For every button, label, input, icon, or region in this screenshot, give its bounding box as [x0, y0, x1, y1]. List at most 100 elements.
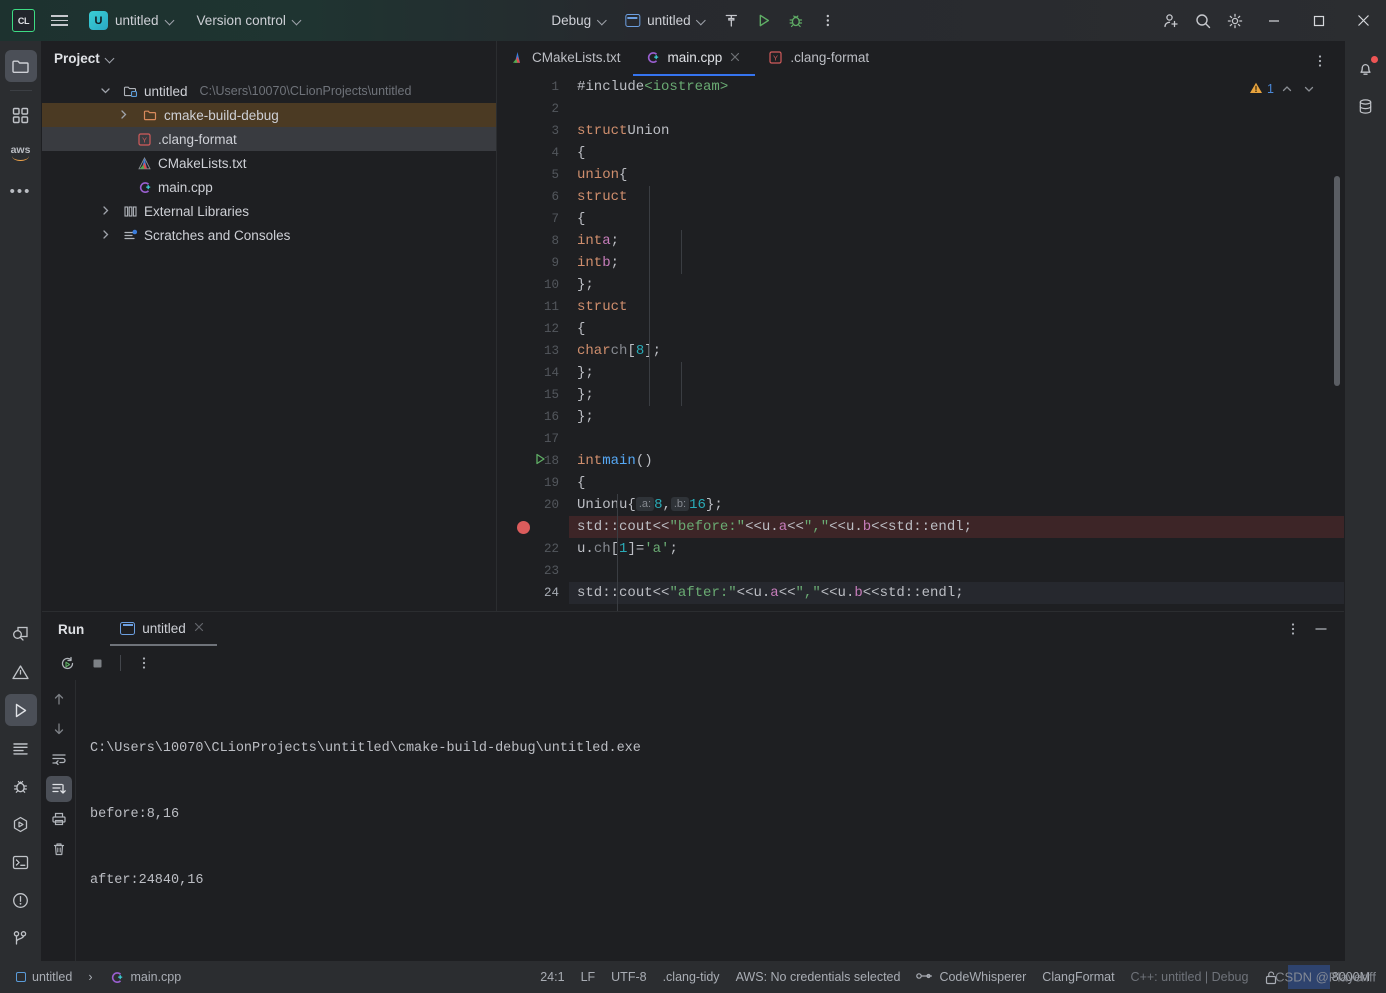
yaml-file-icon: Y: [767, 50, 783, 66]
hammer-icon[interactable]: [717, 6, 747, 36]
tab-clang-format[interactable]: Y .clang-format: [755, 41, 881, 76]
version-control-branch-icon[interactable]: [5, 922, 37, 954]
tree-node-cmake-build-debug[interactable]: cmake-build-debug: [42, 103, 496, 127]
project-panel-header[interactable]: Project: [42, 41, 496, 75]
add-user-icon[interactable]: [1156, 6, 1186, 36]
tree-node-cmakelists[interactable]: CMakeLists.txt: [42, 151, 496, 175]
editor-vertical-scrollbar[interactable]: [1334, 176, 1340, 386]
line-number: 4: [551, 146, 559, 160]
aws-credentials-status[interactable]: AWS: No credentials selected: [728, 966, 909, 988]
formatter-status[interactable]: ClangFormat: [1034, 966, 1122, 988]
minimize-window-icon[interactable]: [1308, 616, 1334, 642]
inspection-widget[interactable]: 1: [1249, 80, 1318, 98]
notifications-bell-icon[interactable]: [1350, 52, 1382, 84]
chevron-down-icon: [698, 16, 707, 25]
file-encoding[interactable]: UTF-8: [603, 966, 654, 988]
project-folder-icon[interactable]: [4, 50, 37, 82]
code-line: struct: [577, 189, 628, 205]
more-vertical-icon[interactable]: [813, 6, 843, 36]
debug-bug-icon[interactable]: [781, 6, 811, 36]
chevron-collapsed-icon[interactable]: [100, 204, 114, 218]
caret-position[interactable]: 24:1: [532, 966, 572, 988]
print-icon[interactable]: [46, 806, 72, 832]
breakpoint-marker[interactable]: [497, 516, 569, 538]
structure-icon[interactable]: [5, 99, 37, 131]
console-output[interactable]: C:\Users\10070\CLionProjects\untitled\cm…: [76, 680, 1344, 993]
gear-icon[interactable]: [1220, 6, 1250, 36]
tree-node-external-libraries[interactable]: External Libraries: [42, 199, 496, 223]
inspection-profile[interactable]: .clang-tidy: [655, 966, 728, 988]
search-icon[interactable]: [1188, 6, 1218, 36]
console-output-container[interactable]: C:\Users\10070\CLionProjects\untitled\cm…: [76, 680, 1344, 961]
debug-bug-icon[interactable]: [5, 770, 37, 802]
status-bar: untitled › main.cpp 24:1 LF UTF-8 .clang…: [0, 961, 1386, 993]
line-number: 24: [543, 586, 559, 600]
chevron-collapsed-icon[interactable]: [100, 228, 114, 242]
status-breadcrumb-project[interactable]: untitled: [8, 966, 80, 988]
chevron-expanded-icon[interactable]: [100, 84, 114, 98]
tree-node-main-cpp[interactable]: main.cpp: [42, 175, 496, 199]
scroll-down-icon[interactable]: [46, 716, 72, 742]
close-icon[interactable]: [729, 51, 743, 65]
run-gutter-marker-icon[interactable]: [533, 452, 547, 470]
project-square-icon: [16, 972, 26, 982]
tab-label: CMakeLists.txt: [532, 50, 621, 65]
toolchain-status[interactable]: C++: untitled | Debug: [1123, 966, 1257, 988]
rerun-icon[interactable]: [54, 650, 80, 676]
debug-mode-selector[interactable]: Debug: [542, 9, 616, 32]
title-bar-left: CL U untitled Version control: [0, 6, 310, 36]
close-icon[interactable]: [1341, 0, 1386, 41]
cmake-file-icon: [509, 50, 525, 66]
run-config-label: untitled: [647, 13, 691, 28]
terminal-icon[interactable]: [5, 846, 37, 878]
cpp-file-icon: [645, 50, 661, 66]
scroll-to-end-icon[interactable]: [45, 776, 72, 802]
more-vertical-icon[interactable]: [131, 650, 157, 676]
more-tools-icon[interactable]: •••: [5, 175, 37, 207]
problems-warning-icon[interactable]: [5, 656, 37, 688]
soft-wrap-icon[interactable]: [46, 746, 72, 772]
hamburger-menu-icon[interactable]: [44, 6, 74, 36]
run-triangle-icon[interactable]: [749, 6, 779, 36]
breakpoint-icon[interactable]: [516, 520, 530, 534]
tree-label: External Libraries: [144, 203, 250, 219]
right-tool-rail: [1344, 41, 1386, 961]
version-control-menu[interactable]: Version control: [189, 9, 310, 32]
unlocked-padlock-icon[interactable]: [1256, 966, 1286, 989]
line-separator[interactable]: LF: [573, 966, 604, 988]
tree-node-clang-format[interactable]: Y .clang-format: [42, 127, 496, 151]
more-vertical-icon[interactable]: [1280, 616, 1306, 642]
services-icon[interactable]: [5, 808, 37, 840]
maximize-icon[interactable]: [1296, 0, 1341, 41]
line-number: 20: [543, 498, 559, 512]
project-selector[interactable]: U untitled: [84, 7, 183, 34]
codewhisperer-status[interactable]: CodeWhisperer: [908, 966, 1034, 988]
close-icon[interactable]: [193, 621, 207, 635]
aws-icon[interactable]: aws: [5, 137, 37, 169]
chevron-collapsed-icon[interactable]: [118, 108, 132, 122]
run-configuration-selector[interactable]: untitled: [616, 9, 716, 32]
minimize-icon[interactable]: [1251, 0, 1296, 41]
find-in-files-icon[interactable]: [5, 618, 37, 650]
tab-bar-actions: [1304, 46, 1344, 76]
run-icon[interactable]: [4, 694, 37, 726]
run-window-header: Run untitled: [42, 612, 1344, 646]
tab-main-cpp[interactable]: main.cpp: [632, 41, 756, 76]
clear-all-trash-icon[interactable]: [46, 836, 72, 862]
tree-node-untitled[interactable]: untitled C:\Users\10070\CLionProjects\un…: [42, 79, 496, 103]
code-line: {: [577, 475, 586, 491]
status-breadcrumb-file[interactable]: main.cpp: [100, 965, 189, 989]
tab-cmakelists[interactable]: CMakeLists.txt: [497, 41, 633, 76]
database-icon[interactable]: [1350, 90, 1382, 122]
run-tab-untitled[interactable]: untitled: [110, 612, 217, 646]
notifications-alert-icon[interactable]: [5, 884, 37, 916]
chevron-up-icon[interactable]: [1278, 80, 1296, 98]
stop-icon[interactable]: [84, 650, 110, 676]
more-vertical-icon[interactable]: [1305, 46, 1335, 76]
inlay-hint-a: .a:: [635, 497, 655, 511]
tree-node-scratches[interactable]: Scratches and Consoles: [42, 223, 496, 247]
chevron-down-icon[interactable]: [1300, 80, 1318, 98]
scroll-up-icon[interactable]: [46, 686, 72, 712]
todo-list-icon[interactable]: [5, 732, 37, 764]
